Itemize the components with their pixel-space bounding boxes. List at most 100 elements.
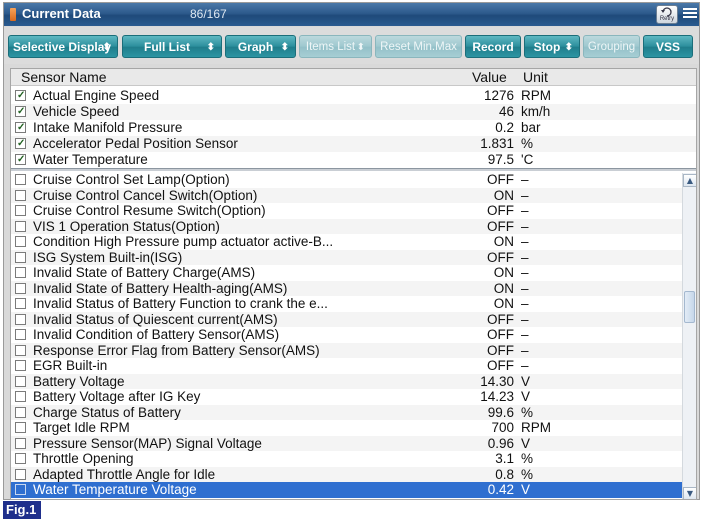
table-row[interactable]: Target Idle RPM 700 RPM	[11, 420, 696, 436]
table-row[interactable]: Water Temperature 97.5 'C	[11, 152, 696, 168]
column-header-unit[interactable]: Unit	[523, 69, 548, 86]
checkbox-checked[interactable]	[15, 136, 26, 152]
sensor-name: Throttle Opening	[33, 451, 134, 466]
toolbar-button-vss[interactable]: VSS	[643, 35, 693, 58]
sensor-name: Cruise Control Set Lamp(Option)	[33, 172, 230, 187]
vertical-scrollbar[interactable]: ▲ ▼	[682, 173, 696, 499]
updown-caret-icon: ⬍	[280, 42, 289, 53]
table-row[interactable]: Intake Manifold Pressure 0.2 bar	[11, 120, 696, 136]
scroll-down-icon[interactable]: ▼	[683, 487, 696, 499]
sensor-unit: %	[521, 451, 534, 466]
checkbox-checked[interactable]	[15, 88, 26, 104]
checkbox-checked[interactable]	[15, 120, 26, 136]
sensor-value: OFF	[487, 249, 514, 265]
checkbox-checked[interactable]	[15, 152, 26, 168]
sensor-name: Invalid State of Battery Charge(AMS)	[33, 265, 256, 280]
checkbox[interactable]	[15, 360, 26, 371]
checkbox[interactable]	[15, 468, 26, 480]
toolbar-button-stop[interactable]: Stop ⬍	[524, 35, 580, 58]
table-row[interactable]: Cruise Control Set Lamp(Option) OFF –	[11, 172, 696, 188]
table-row[interactable]: Invalid Status of Battery Function to cr…	[11, 296, 696, 312]
toolbar-button-label: Graph	[237, 40, 274, 54]
table-row[interactable]: Response Error Flag from Battery Sensor(…	[11, 342, 696, 358]
sensor-unit: –	[521, 218, 529, 234]
checkbox[interactable]	[15, 282, 26, 294]
checkbox[interactable]	[15, 484, 26, 495]
table-row[interactable]: Invalid State of Battery Health-aging(AM…	[11, 280, 696, 296]
updown-caret-icon: ⬍	[356, 42, 365, 53]
sensor-name: Invalid Condition of Battery Sensor(AMS)	[33, 327, 280, 342]
retry-button[interactable]: Retry	[656, 5, 678, 24]
sensor-unit: –	[521, 172, 529, 187]
table-row[interactable]: ISG System Built-in(ISG) OFF –	[11, 249, 696, 265]
sensor-value: ON	[493, 234, 514, 249]
toolbar-button-grouping[interactable]: Grouping	[583, 35, 640, 58]
table-row[interactable]: VIS 1 Operation Status(Option) OFF –	[11, 218, 696, 234]
table-row[interactable]: Charge Status of Battery 99.6%	[11, 404, 696, 420]
checkbox[interactable]	[15, 313, 26, 325]
table-row[interactable]: Invalid State of Battery Charge(AMS) ON –	[11, 265, 696, 281]
table-row[interactable]: Accelerator Pedal Position Sensor 1.831%	[11, 136, 696, 152]
table-row[interactable]: Vehicle Speed 46 km/h	[11, 104, 696, 120]
checkbox[interactable]	[15, 453, 26, 464]
toolbar-button-record[interactable]: Record	[465, 35, 521, 58]
sensor-value: ON	[493, 265, 514, 280]
checkbox[interactable]	[15, 267, 26, 278]
sensor-name: Cruise Control Resume Switch(Option)	[33, 203, 266, 218]
table-row[interactable]: Water Temperature Voltage 0.42 V	[11, 482, 696, 498]
table-row[interactable]: Cruise Control Cancel Switch(Option) ON –	[11, 187, 696, 203]
toolbar-button-label: Items List	[305, 41, 356, 53]
checkbox[interactable]	[15, 220, 26, 232]
sensor-value: 99.6	[487, 404, 514, 420]
sensor-unit: –	[521, 234, 529, 249]
sensor-unit: bar	[521, 120, 541, 135]
sensor-name: Response Error Flag from Battery Sensor(…	[33, 342, 320, 358]
sensor-unit: %	[521, 404, 534, 420]
toolbar-button-items-list[interactable]: Items List ⬍	[299, 35, 372, 58]
menu-icon[interactable]	[683, 6, 697, 23]
checkbox[interactable]	[15, 375, 26, 387]
table-row[interactable]: Invalid Condition of Battery Sensor(AMS)…	[11, 327, 696, 343]
scroll-up-icon[interactable]: ▲	[683, 174, 696, 187]
updown-caret-icon: ⬍	[102, 42, 111, 53]
figure-label: Fig.1	[3, 501, 41, 519]
checkbox[interactable]	[15, 189, 26, 201]
column-header-sensor-name[interactable]: Sensor Name	[21, 69, 107, 86]
sensor-name: EGR Built-in	[33, 358, 108, 373]
sensor-name: Battery Voltage	[33, 373, 125, 389]
scroll-thumb[interactable]	[684, 291, 695, 323]
checkbox[interactable]	[15, 236, 26, 247]
sensor-value: 1.831	[480, 136, 514, 151]
checkbox[interactable]	[15, 205, 26, 216]
toolbar-button-selective-display[interactable]: Selective Display ⬍	[8, 35, 118, 58]
checkbox[interactable]	[15, 344, 26, 356]
toolbar-button-graph[interactable]: Graph ⬍	[225, 35, 296, 58]
checkbox[interactable]	[15, 406, 26, 418]
table-row[interactable]: Throttle Opening 3.1%	[11, 451, 696, 467]
checkbox[interactable]	[15, 329, 26, 340]
checkbox[interactable]	[15, 391, 26, 402]
checkbox[interactable]	[15, 251, 26, 263]
table-row[interactable]: Battery Voltage after IG Key 14.23 V	[11, 389, 696, 405]
table-row[interactable]: Actual Engine Speed 1276 RPM	[11, 88, 696, 104]
sensor-value: OFF	[487, 342, 514, 358]
checkbox[interactable]	[15, 298, 26, 309]
toolbar-button-full-list[interactable]: Full List ⬍	[122, 35, 222, 58]
table-row[interactable]: Adapted Throttle Angle for Idle 0.8%	[11, 466, 696, 482]
sensor-value: ON	[493, 280, 514, 296]
checkbox[interactable]	[15, 422, 26, 433]
table-row[interactable]: Condition High Pressure pump actuator ac…	[11, 234, 696, 250]
checkbox[interactable]	[15, 174, 26, 185]
table-row[interactable]: Cruise Control Resume Switch(Option) OFF –	[11, 203, 696, 219]
checkbox-checked[interactable]	[15, 104, 26, 120]
table-row[interactable]: Invalid Status of Quiescent current(AMS)…	[11, 311, 696, 327]
table-row[interactable]: Pressure Sensor(MAP) Signal Voltage 0.96 V	[11, 435, 696, 451]
retry-label: Retry	[659, 16, 675, 22]
column-header-value[interactable]: Value	[472, 69, 507, 86]
toolbar-button-reset-min-max[interactable]: Reset Min.Max	[375, 35, 462, 58]
table-row[interactable]: EGR Built-in OFF –	[11, 358, 696, 374]
table-row[interactable]: Battery Voltage 14.30 V	[11, 373, 696, 389]
checkbox[interactable]	[15, 437, 26, 449]
sensor-unit: –	[521, 342, 529, 358]
updown-caret-icon: ⬍	[206, 42, 215, 53]
